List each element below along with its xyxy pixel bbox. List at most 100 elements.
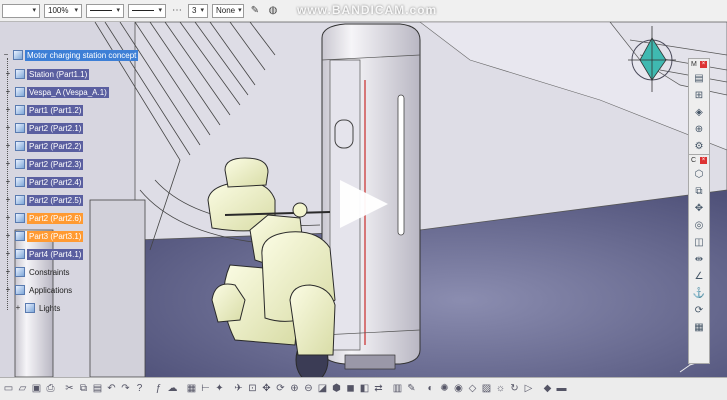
fit-all-icon[interactable]: ⊡ <box>246 382 259 396</box>
pan-icon[interactable]: ✥ <box>260 382 273 396</box>
measure-icon[interactable]: ⊞ <box>692 89 706 103</box>
catalog-browser-icon[interactable]: ▥ <box>391 382 404 396</box>
paste-icon[interactable]: ▤ <box>91 382 104 396</box>
expand-icon[interactable]: + <box>4 178 12 186</box>
expand-icon[interactable]: + <box>4 124 12 132</box>
expand-icon[interactable]: + <box>4 70 12 78</box>
catalog-icon[interactable]: ▦ <box>692 321 706 335</box>
expand-icon[interactable]: + <box>4 160 12 168</box>
tree-item[interactable]: + Part2 (Part2.5) <box>4 193 84 207</box>
tree-item-label: Lights <box>39 303 61 313</box>
light-icon[interactable]: ✺ <box>438 382 451 396</box>
3d-viewport[interactable]: − Motor charging station concept + Station … <box>0 22 727 377</box>
comment-icon[interactable]: ☁ <box>166 382 179 396</box>
tree-item[interactable]: + Constraints <box>4 265 71 279</box>
undo-icon[interactable]: ↶ <box>105 382 118 396</box>
tree-item[interactable]: + Lights <box>14 301 62 315</box>
expand-icon[interactable]: + <box>4 286 12 294</box>
measure-between-icon[interactable]: ⊢ <box>199 382 212 396</box>
tree-item-label: Part4 (Part4.1) <box>27 248 84 260</box>
environment-icon[interactable]: ☼ <box>494 382 507 396</box>
collapse-icon[interactable]: − <box>2 51 10 59</box>
zoom-out-icon[interactable]: ⊖ <box>302 382 315 396</box>
zoom-combo[interactable]: 100% ▾ <box>44 3 82 18</box>
tree-item[interactable]: + Part2 (Part2.1) <box>4 121 84 135</box>
save-icon[interactable]: ▣ <box>30 382 43 396</box>
tree-item[interactable]: + Applications <box>4 283 74 297</box>
expand-icon[interactable]: + <box>14 304 22 312</box>
palette-icon[interactable]: ◍ <box>266 4 280 18</box>
close-icon[interactable]: × <box>700 156 707 164</box>
tree-root[interactable]: − Motor charging station concept <box>2 48 139 62</box>
fly-mode-icon[interactable]: ✈ <box>232 382 245 396</box>
paint-brush-icon[interactable]: ✎ <box>248 4 262 18</box>
tree-item-label: Part2 (Part2.1) <box>27 122 84 134</box>
tree-item[interactable]: + Vespa_A (Vespa_A.1) <box>4 85 109 99</box>
ground-icon[interactable]: ▬ <box>555 382 568 396</box>
expand-icon[interactable]: + <box>4 232 12 240</box>
existing-component-icon[interactable]: ⧉ <box>692 185 706 199</box>
close-icon[interactable]: × <box>700 60 707 68</box>
expand-icon[interactable]: + <box>4 196 12 204</box>
hide-show-icon[interactable]: ◧ <box>358 382 371 396</box>
annotation-icon[interactable]: ⊕ <box>692 123 706 137</box>
offset-constraint-icon[interactable]: ⇹ <box>692 253 706 267</box>
scene-icon[interactable]: ◇ <box>466 382 479 396</box>
copy-icon[interactable]: ⧉ <box>77 382 90 396</box>
redo-icon[interactable]: ↷ <box>119 382 132 396</box>
line-style-combo[interactable]: ▾ <box>128 3 166 18</box>
render-icon[interactable]: ◐ <box>424 382 437 396</box>
sketch-icon[interactable]: ✎ <box>405 382 418 396</box>
color-combo[interactable]: ▾ <box>2 3 40 18</box>
part-icon <box>15 195 25 205</box>
new-file-icon[interactable]: ▭ <box>2 382 15 396</box>
tree-item[interactable]: + Part2 (Part2.3) <box>4 157 84 171</box>
cut-icon[interactable]: ✂ <box>63 382 76 396</box>
print-icon[interactable]: ⎙ <box>44 382 57 396</box>
open-folder-icon[interactable]: ▱ <box>16 382 29 396</box>
compass-snap-icon[interactable]: ✦ <box>213 382 226 396</box>
contact-constraint-icon[interactable]: ◫ <box>692 236 706 250</box>
angle-constraint-icon[interactable]: ∠ <box>692 270 706 284</box>
table-icon[interactable]: ▦ <box>185 382 198 396</box>
chevron-down-icon: ▾ <box>200 6 204 14</box>
expand-icon[interactable]: + <box>4 106 12 114</box>
tree-item[interactable]: + Part2 (Part2.4) <box>4 175 84 189</box>
formula-icon[interactable]: ƒ <box>152 382 165 396</box>
texture-icon[interactable]: ▨ <box>480 382 493 396</box>
manipulate-icon[interactable]: ✥ <box>692 202 706 216</box>
line-type-combo[interactable]: ▾ <box>86 3 124 18</box>
tree-item[interactable]: + Part4 (Part4.1) <box>4 247 84 261</box>
expand-icon[interactable]: + <box>4 214 12 222</box>
expand-icon[interactable]: + <box>4 142 12 150</box>
grid-icon[interactable]: ⋯ <box>170 4 184 18</box>
shading-icon[interactable]: ◼ <box>344 382 357 396</box>
tree-item[interactable]: + Part1 (Part1.2) <box>4 103 84 117</box>
inertia-icon[interactable]: ◈ <box>692 106 706 120</box>
tree-item[interactable]: + Part2 (Part2.2) <box>4 139 84 153</box>
tree-item[interactable]: + Station (Part1.1) <box>4 67 90 81</box>
apply-material-icon[interactable]: ▤ <box>692 72 706 86</box>
material-library-icon[interactable]: ◆ <box>541 382 554 396</box>
fix-component-icon[interactable]: ⚓ <box>692 287 706 301</box>
line-weight-combo[interactable]: 3 ▾ <box>188 3 208 18</box>
layer-combo[interactable]: None ▾ <box>212 3 244 18</box>
camera-icon[interactable]: ◉ <box>452 382 465 396</box>
expand-icon[interactable]: + <box>4 268 12 276</box>
coincidence-constraint-icon[interactable]: ◎ <box>692 219 706 233</box>
turntable-icon[interactable]: ↻ <box>508 382 521 396</box>
iso-view-icon[interactable]: ⬢ <box>330 382 343 396</box>
swap-space-icon[interactable]: ⇄ <box>372 382 385 396</box>
update-icon[interactable]: ⟳ <box>692 304 706 318</box>
settings-icon[interactable]: ⚙ <box>692 140 706 154</box>
tree-item[interactable]: + Part2 (Part2.6) <box>4 211 84 225</box>
shuttle-icon[interactable]: ▷ <box>522 382 535 396</box>
expand-icon[interactable]: + <box>4 88 12 96</box>
rotate-icon[interactable]: ⟳ <box>274 382 287 396</box>
whats-this-icon[interactable]: ? <box>133 382 146 396</box>
zoom-in-icon[interactable]: ⊕ <box>288 382 301 396</box>
tree-item[interactable]: + Part3 (Part3.1) <box>4 229 84 243</box>
insert-component-icon[interactable]: ⬡ <box>692 168 706 182</box>
expand-icon[interactable]: + <box>4 250 12 258</box>
normal-view-icon[interactable]: ◪ <box>316 382 329 396</box>
